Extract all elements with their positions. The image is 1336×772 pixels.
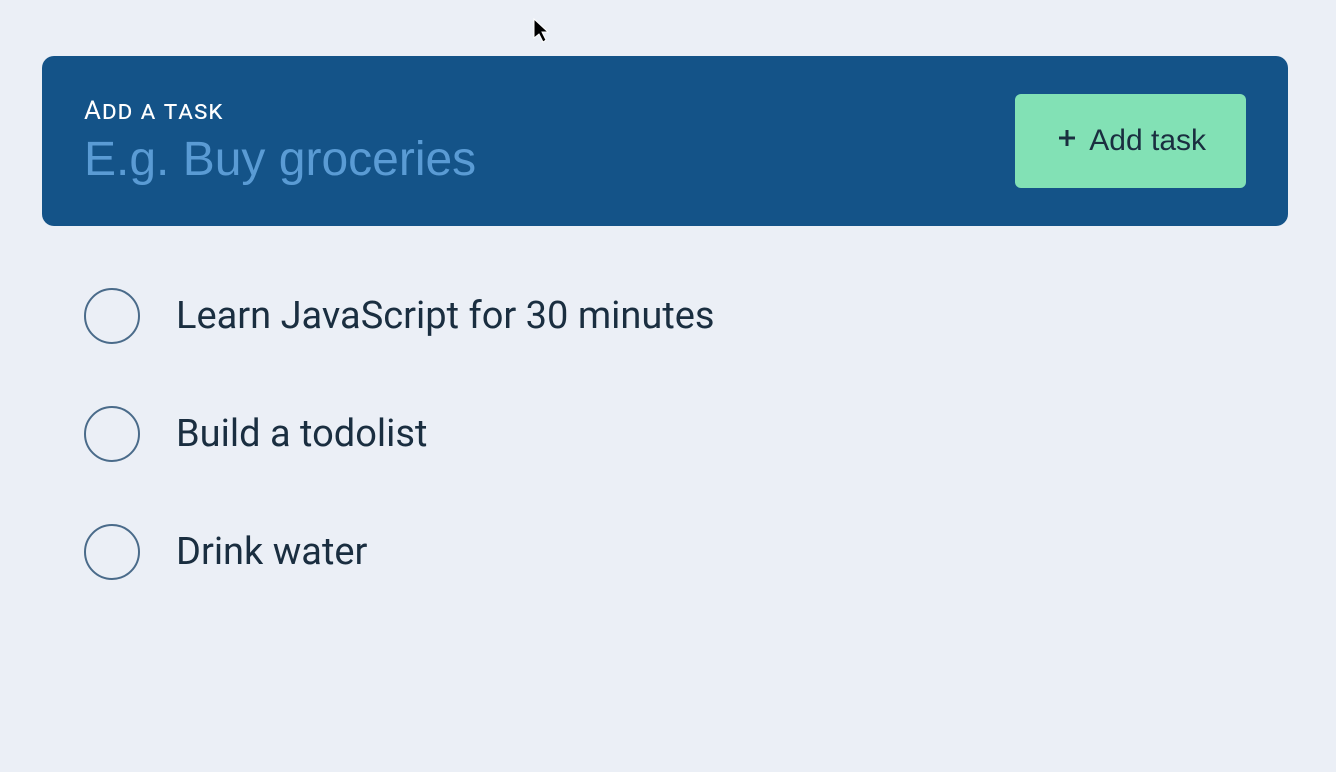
add-task-button[interactable]: Add task: [1015, 94, 1246, 188]
task-item: Drink water: [84, 524, 1288, 580]
task-checkbox[interactable]: [84, 524, 140, 580]
task-input[interactable]: [84, 132, 1015, 187]
task-item: Learn JavaScript for 30 minutes: [84, 288, 1288, 344]
add-task-label: Add a task: [84, 96, 1015, 126]
task-list: Learn JavaScript for 30 minutes Build a …: [42, 288, 1288, 580]
task-text: Drink water: [176, 530, 367, 574]
task-text: Learn JavaScript for 30 minutes: [176, 294, 715, 338]
add-task-button-label: Add task: [1089, 124, 1206, 158]
task-item: Build a todolist: [84, 406, 1288, 462]
add-task-panel: Add a task Add task: [42, 56, 1288, 226]
task-text: Build a todolist: [176, 412, 427, 456]
input-section: Add a task: [84, 96, 1015, 187]
task-checkbox[interactable]: [84, 406, 140, 462]
task-checkbox[interactable]: [84, 288, 140, 344]
plus-icon: [1055, 126, 1079, 156]
cursor-icon: [533, 18, 553, 48]
